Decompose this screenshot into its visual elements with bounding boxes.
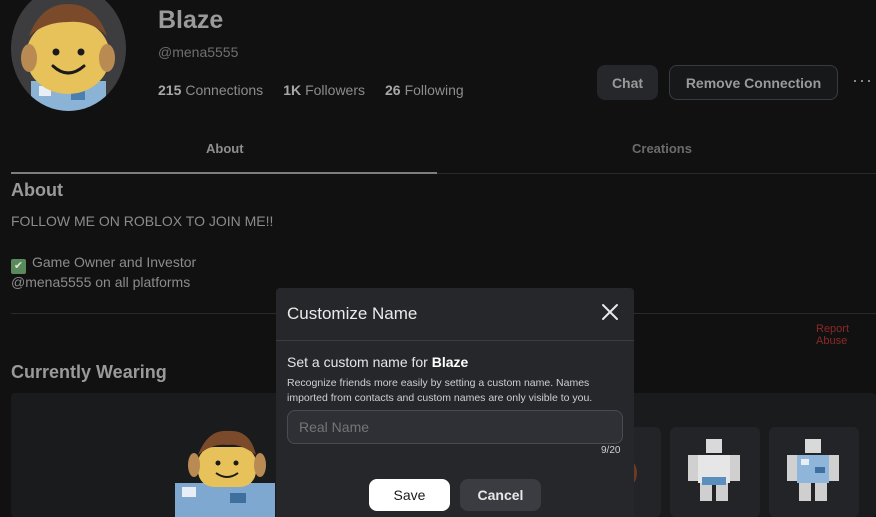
about-title: About — [11, 180, 63, 200]
close-icon[interactable] — [599, 301, 621, 323]
cancel-button[interactable]: Cancel — [460, 479, 541, 511]
display-name: Blaze — [158, 6, 224, 34]
modal-heading: Set a custom name for Blaze — [287, 354, 469, 370]
report-abuse-link[interactable]: Report Abuse — [816, 323, 876, 347]
avatar-3d-preview[interactable] — [170, 425, 280, 517]
following-stat[interactable]: 26 Following — [385, 82, 464, 98]
profile-avatar[interactable] — [11, 0, 126, 111]
tab-about[interactable]: About — [206, 141, 244, 156]
followers-stat[interactable]: 1K Followers — [283, 82, 365, 98]
profile-stats: 215 Connections 1K Followers 26 Following — [158, 82, 464, 98]
avatar-image — [21, 4, 115, 111]
remove-connection-button[interactable]: Remove Connection — [669, 65, 838, 100]
about-line-2: ✔ Game Owner and Investor — [11, 254, 196, 274]
about-line-3: @mena5555 on all platforms — [11, 274, 191, 290]
more-options-icon[interactable]: ··· — [852, 70, 876, 94]
custom-name-input[interactable] — [287, 410, 623, 444]
tab-divider — [437, 173, 876, 174]
tab-creations[interactable]: Creations — [632, 141, 692, 156]
about-line-1: FOLLOW ME ON ROBLOX TO JOIN ME!! — [11, 213, 274, 229]
customize-name-modal: Customize Name Set a custom name for Bla… — [276, 288, 634, 517]
character-count: 9/20 — [601, 445, 621, 456]
save-button[interactable]: Save — [369, 479, 450, 511]
wearing-item-card[interactable] — [769, 427, 859, 517]
checkmark-icon: ✔ — [11, 259, 26, 274]
chat-button[interactable]: Chat — [597, 65, 658, 100]
item-thumbnail — [688, 439, 740, 501]
modal-divider — [276, 340, 634, 341]
wearing-item-card[interactable] — [670, 427, 760, 517]
modal-title: Customize Name — [287, 304, 418, 323]
tab-active-indicator — [11, 172, 437, 174]
connections-stat[interactable]: 215 Connections — [158, 82, 263, 98]
item-thumbnail — [787, 439, 839, 501]
currently-wearing-title: Currently Wearing — [11, 362, 167, 382]
username: @mena5555 — [158, 44, 239, 60]
modal-description: Recognize friends more easily by setting… — [287, 377, 593, 404]
